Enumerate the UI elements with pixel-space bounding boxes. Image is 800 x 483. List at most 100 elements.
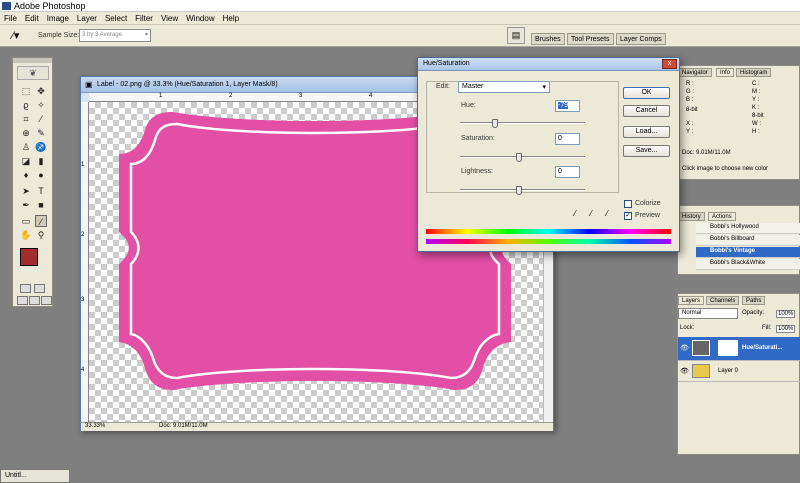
tab-brushes[interactable]: Brushes <box>531 33 565 45</box>
sample-size-select[interactable]: 3 by 3 Average ▾ <box>79 29 151 42</box>
eyedropper-tool-icon[interactable]: ⁄▾ <box>12 30 26 42</box>
menu-bar: File Edit Image Layer Select Filter View… <box>0 12 800 25</box>
tab-histogram[interactable]: Histogram <box>736 68 772 77</box>
foreground-color-swatch[interactable] <box>20 248 38 266</box>
move-tool-icon[interactable]: ✥ <box>35 85 47 97</box>
cancel-button[interactable]: Cancel <box>623 105 670 117</box>
info-k: K : <box>752 105 760 111</box>
hand-tool-icon[interactable]: ✋ <box>20 229 32 241</box>
menu-view[interactable]: View <box>157 14 182 23</box>
palette-well-icon[interactable]: ▤ <box>507 27 525 44</box>
minimized-document-label: Untitl... <box>5 472 27 479</box>
menu-select[interactable]: Select <box>101 14 131 23</box>
layer-row-layer0[interactable]: 👁 Layer 0 <box>678 362 800 382</box>
info-doc-size: Doc: 9.01M/11.0M <box>682 150 731 156</box>
edit-label: Edit: <box>436 83 451 90</box>
lightness-slider-thumb[interactable] <box>516 186 522 195</box>
clone-stamp-icon[interactable]: ♙ <box>20 141 32 153</box>
eraser-tool-icon[interactable]: ◪ <box>20 155 32 167</box>
feather-logo-icon[interactable]: ❦ <box>17 66 49 80</box>
lock-label: Lock: <box>680 325 695 331</box>
tab-channels[interactable]: Channels <box>706 296 740 305</box>
close-icon[interactable]: x <box>662 59 677 69</box>
fill-label: Fill: <box>762 325 772 331</box>
saturation-slider-thumb[interactable] <box>516 153 522 162</box>
document-title: Label - 02.png @ 33.3% (Hue/Saturation 1… <box>97 81 278 88</box>
menu-image[interactable]: Image <box>43 14 73 23</box>
eye-icon[interactable]: 👁 <box>680 367 689 375</box>
crop-tool-icon[interactable]: ⌗ <box>20 113 32 125</box>
tab-layer-comps[interactable]: Layer Comps <box>616 33 666 45</box>
lasso-tool-icon[interactable]: ϱ <box>20 99 32 111</box>
tab-navigator[interactable]: Navigator <box>678 68 712 77</box>
action-item[interactable]: Bobbi's Billboard <box>696 235 800 246</box>
hue-input[interactable]: -79 <box>555 100 580 112</box>
path-select-icon[interactable]: ➤ <box>20 185 32 197</box>
toolbox-grip[interactable] <box>13 58 52 63</box>
menu-file[interactable]: File <box>0 14 21 23</box>
type-tool-icon[interactable]: T <box>35 185 47 197</box>
lightness-slider-track[interactable] <box>460 189 585 191</box>
lightness-input[interactable]: 0 <box>555 166 580 178</box>
quick-mask-mode-icon[interactable] <box>34 284 45 293</box>
blend-mode-select[interactable]: Normal <box>678 308 738 319</box>
history-brush-icon[interactable]: ♐ <box>35 141 47 153</box>
gradient-tool-icon[interactable]: ▮ <box>35 155 47 167</box>
fill-input[interactable]: 100% <box>776 325 796 333</box>
screen-mode-2-icon[interactable] <box>29 296 40 305</box>
preview-checkbox[interactable]: ✓ <box>624 212 632 220</box>
minimized-document[interactable]: Untitl... <box>0 469 70 483</box>
tab-tool-presets[interactable]: Tool Presets <box>567 33 614 45</box>
blur-tool-icon[interactable]: ♦ <box>20 169 32 181</box>
action-item-selected[interactable]: Bobbi's Vintage <box>696 247 800 258</box>
layer-row-hue-saturation[interactable]: 👁 Hue/Saturati... <box>678 337 800 361</box>
info-g: G : <box>686 89 695 95</box>
dialog-titlebar[interactable]: Hue/Saturation x <box>418 58 679 71</box>
eyedropper-minus-icon[interactable]: ⁄ <box>602 209 612 219</box>
notes-tool-icon[interactable]: ▭ <box>20 215 32 227</box>
tab-history[interactable]: History <box>678 212 705 221</box>
screen-mode-1-icon[interactable] <box>17 296 28 305</box>
menu-edit[interactable]: Edit <box>21 14 43 23</box>
brush-tool-icon[interactable]: ✎ <box>35 127 47 139</box>
menu-layer[interactable]: Layer <box>73 14 101 23</box>
menu-help[interactable]: Help <box>219 14 243 23</box>
dialog-title: Hue/Saturation <box>423 60 470 67</box>
edit-select[interactable]: Master ▾ <box>458 81 550 93</box>
toolbox: ❦ ⬚ ✥ ϱ ✧ ⌗ ⁄ ⊕ ✎ ♙ ♐ ◪ ▮ ♦ ● ➤ T ✒ ■ ▭ … <box>12 57 53 307</box>
hue-slider-thumb[interactable] <box>492 119 499 128</box>
tab-actions[interactable]: Actions <box>708 212 736 221</box>
opacity-input[interactable]: 100% <box>776 310 796 318</box>
standard-mode-icon[interactable] <box>20 284 31 293</box>
tab-paths[interactable]: Paths <box>742 296 766 305</box>
saturation-slider-track[interactable] <box>460 156 585 158</box>
vertical-ruler: 1 2 3 4 <box>81 102 89 422</box>
healing-brush-icon[interactable]: ⊕ <box>20 127 32 139</box>
pen-tool-icon[interactable]: ✒ <box>20 199 32 211</box>
eyedropper-tool-active-icon[interactable]: ⁄ <box>35 215 47 227</box>
zoom-tool-icon[interactable]: ⚲ <box>35 229 47 241</box>
hue-slider-track[interactable] <box>460 122 585 124</box>
load-button[interactable]: Load... <box>623 126 670 138</box>
action-item[interactable]: Bobbi's Hollywood <box>696 223 800 234</box>
eyedropper-icon[interactable]: ⁄ <box>570 209 580 219</box>
tab-layers[interactable]: Layers <box>678 296 705 305</box>
screen-mode-3-icon[interactable] <box>41 296 52 305</box>
ok-button[interactable]: OK <box>623 87 670 99</box>
shape-tool-icon[interactable]: ■ <box>35 199 47 211</box>
colorize-checkbox[interactable] <box>624 200 632 208</box>
action-item[interactable]: Bobbi's Black&White <box>696 259 800 270</box>
menu-window[interactable]: Window <box>182 14 218 23</box>
saturation-input[interactable]: 0 <box>555 133 580 145</box>
marquee-tool-icon[interactable]: ⬚ <box>20 85 32 97</box>
zoom-level[interactable]: 33.33% <box>85 423 105 429</box>
magic-wand-tool-icon[interactable]: ✧ <box>35 99 47 111</box>
slice-tool-icon[interactable]: ⁄ <box>35 113 47 125</box>
eyedropper-plus-icon[interactable]: ⁄ <box>586 209 596 219</box>
eye-icon[interactable]: 👁 <box>680 344 689 352</box>
dodge-tool-icon[interactable]: ● <box>35 169 47 181</box>
save-button[interactable]: Save... <box>623 145 670 157</box>
menu-filter[interactable]: Filter <box>131 14 157 23</box>
tab-info[interactable]: Info <box>716 68 735 77</box>
doc-size-info[interactable]: Doc: 9.01M/11.0M <box>159 423 208 429</box>
